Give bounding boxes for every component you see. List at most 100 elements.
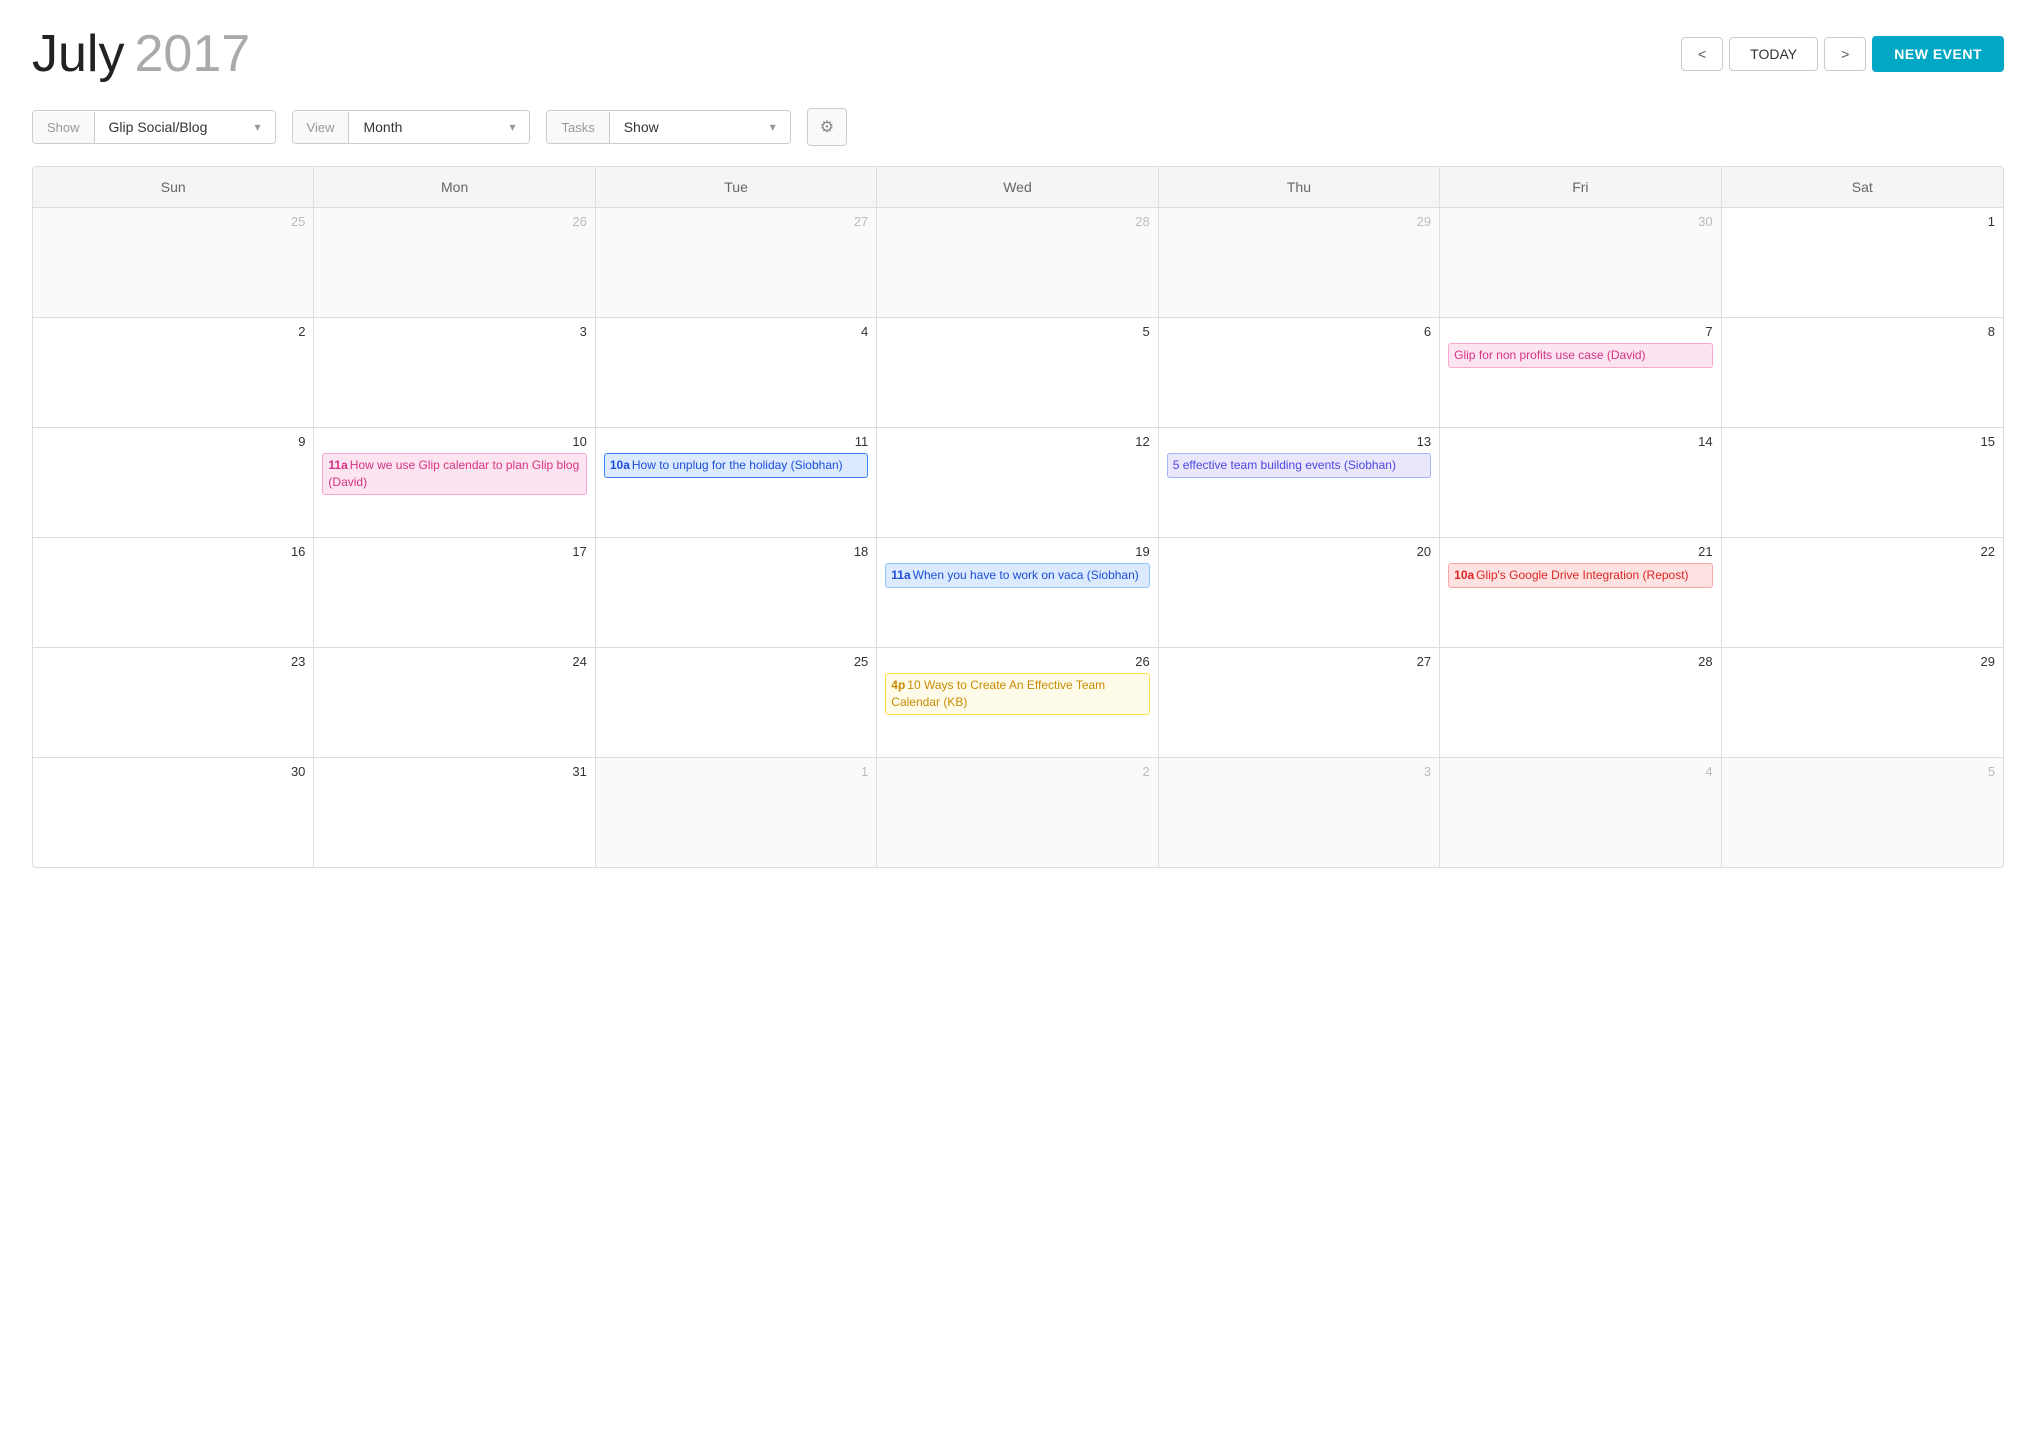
view-select[interactable]: Month ▾ <box>349 111 529 143</box>
date-number: 11 <box>604 434 868 449</box>
calendar-cell[interactable]: 29 <box>1722 647 2003 757</box>
calendar-cell[interactable]: 15 <box>1722 427 2003 537</box>
show-select[interactable]: Glip Social/Blog ▾ <box>95 111 275 143</box>
date-number: 12 <box>885 434 1149 449</box>
day-header: Wed <box>877 167 1158 207</box>
header: July 2017 < TODAY > NEW EVENT <box>0 0 2036 100</box>
calendar-grid: 2526272829301234567Glip for non profits … <box>33 207 2003 867</box>
calendar-cell[interactable]: 6 <box>1159 317 1440 427</box>
date-number: 5 <box>885 324 1149 339</box>
calendar-cell[interactable]: 28 <box>877 207 1158 317</box>
date-number: 27 <box>1167 654 1431 669</box>
date-number: 25 <box>604 654 868 669</box>
calendar-cell[interactable]: 29 <box>1159 207 1440 317</box>
calendar-cell[interactable]: 16 <box>33 537 314 647</box>
date-number: 31 <box>322 764 586 779</box>
calendar-cell[interactable]: 8 <box>1722 317 2003 427</box>
new-event-button[interactable]: NEW EVENT <box>1872 36 2004 72</box>
calendar-event[interactable]: 10aGlip's Google Drive Integration (Repo… <box>1448 563 1712 588</box>
date-number: 25 <box>41 214 305 229</box>
day-header: Mon <box>314 167 595 207</box>
day-header: Tue <box>596 167 877 207</box>
date-number: 3 <box>322 324 586 339</box>
date-number: 6 <box>1167 324 1431 339</box>
calendar-cell[interactable]: 22 <box>1722 537 2003 647</box>
day-header: Thu <box>1159 167 1440 207</box>
calendar-event[interactable]: 11aWhen you have to work on vaca (Siobha… <box>885 563 1149 588</box>
date-number: 8 <box>1730 324 1995 339</box>
date-number: 22 <box>1730 544 1995 559</box>
calendar-cell[interactable]: 2110aGlip's Google Drive Integration (Re… <box>1440 537 1721 647</box>
calendar-cell[interactable]: 20 <box>1159 537 1440 647</box>
calendar-cell[interactable]: 23 <box>33 647 314 757</box>
nav-buttons: < TODAY > NEW EVENT <box>1681 36 2004 72</box>
date-number: 5 <box>1730 764 1995 779</box>
calendar-cell[interactable]: 18 <box>596 537 877 647</box>
date-number: 16 <box>41 544 305 559</box>
calendar-cell[interactable]: 26 <box>314 207 595 317</box>
calendar-cell[interactable]: 27 <box>1159 647 1440 757</box>
calendar-header: SunMonTueWedThuFriSat <box>33 167 2003 207</box>
calendar-cell[interactable]: 3 <box>314 317 595 427</box>
calendar-cell[interactable]: 28 <box>1440 647 1721 757</box>
tasks-group: Tasks Show ▾ <box>546 110 790 144</box>
calendar-cell[interactable]: 7 Glip for non profits use case (David) <box>1440 317 1721 427</box>
date-number: 30 <box>41 764 305 779</box>
date-number: 29 <box>1167 214 1431 229</box>
calendar-event[interactable]: 10aHow to unplug for the holiday (Siobha… <box>604 453 868 478</box>
next-button[interactable]: > <box>1824 37 1866 71</box>
show-value: Glip Social/Blog <box>109 119 208 135</box>
calendar-cell[interactable]: 4 <box>596 317 877 427</box>
view-label: View <box>293 112 350 143</box>
settings-button[interactable]: ⚙ <box>807 108 847 146</box>
date-number: 13 <box>1167 434 1431 449</box>
calendar-cell[interactable]: 4 <box>1440 757 1721 867</box>
calendar-cell[interactable]: 11 10aHow to unplug for the holiday (Siob… <box>596 427 877 537</box>
calendar-cell[interactable]: 2 <box>33 317 314 427</box>
calendar-cell[interactable]: 9 <box>33 427 314 537</box>
calendar-cell[interactable]: 12 <box>877 427 1158 537</box>
date-number: 2 <box>885 764 1149 779</box>
calendar-cell[interactable]: 25 <box>33 207 314 317</box>
calendar-cell[interactable]: 1 <box>1722 207 2003 317</box>
calendar-cell[interactable]: 27 <box>596 207 877 317</box>
view-value: Month <box>363 119 402 135</box>
calendar-cell[interactable]: 1911aWhen you have to work on vaca (Siob… <box>877 537 1158 647</box>
calendar-cell[interactable]: 17 <box>314 537 595 647</box>
calendar-cell[interactable]: 3 <box>1159 757 1440 867</box>
date-number: 10 <box>322 434 586 449</box>
calendar-cell[interactable]: 31 <box>314 757 595 867</box>
calendar-cell[interactable]: 13 5 effective team building events (Siob… <box>1159 427 1440 537</box>
tasks-label: Tasks <box>547 112 609 143</box>
calendar-event[interactable]: Glip for non profits use case (David) <box>1448 343 1712 368</box>
date-number: 23 <box>41 654 305 669</box>
calendar-cell[interactable]: 14 <box>1440 427 1721 537</box>
calendar-event[interactable]: 5 effective team building events (Siobha… <box>1167 453 1431 478</box>
calendar-cell[interactable]: 25 <box>596 647 877 757</box>
date-number: 24 <box>322 654 586 669</box>
calendar-cell[interactable]: 5 <box>877 317 1158 427</box>
calendar-cell[interactable]: 5 <box>1722 757 2003 867</box>
tasks-select[interactable]: Show ▾ <box>610 111 790 143</box>
calendar-cell[interactable]: 30 <box>1440 207 1721 317</box>
calendar-cell[interactable]: 30 <box>33 757 314 867</box>
tasks-value: Show <box>624 119 659 135</box>
calendar-cell[interactable]: 24 <box>314 647 595 757</box>
date-number: 1 <box>1730 214 1995 229</box>
date-number: 9 <box>41 434 305 449</box>
view-group: View Month ▾ <box>292 110 531 144</box>
calendar-cell[interactable]: 264p10 Ways to Create An Effective Team … <box>877 647 1158 757</box>
calendar-cell[interactable]: 1 <box>596 757 877 867</box>
today-button[interactable]: TODAY <box>1729 37 1818 71</box>
prev-button[interactable]: < <box>1681 37 1723 71</box>
view-chevron-icon: ▾ <box>509 120 515 134</box>
calendar-event[interactable]: 11aHow we use Glip calendar to plan Glip… <box>322 453 586 495</box>
calendar-event[interactable]: 4p10 Ways to Create An Effective Team Ca… <box>885 673 1149 715</box>
calendar-cell[interactable]: 10 11aHow we use Glip calendar to plan Gl… <box>314 427 595 537</box>
date-number: 2 <box>41 324 305 339</box>
date-number: 7 <box>1448 324 1712 339</box>
date-number: 27 <box>604 214 868 229</box>
calendar-cell[interactable]: 2 <box>877 757 1158 867</box>
date-number: 17 <box>322 544 586 559</box>
date-number: 4 <box>604 324 868 339</box>
